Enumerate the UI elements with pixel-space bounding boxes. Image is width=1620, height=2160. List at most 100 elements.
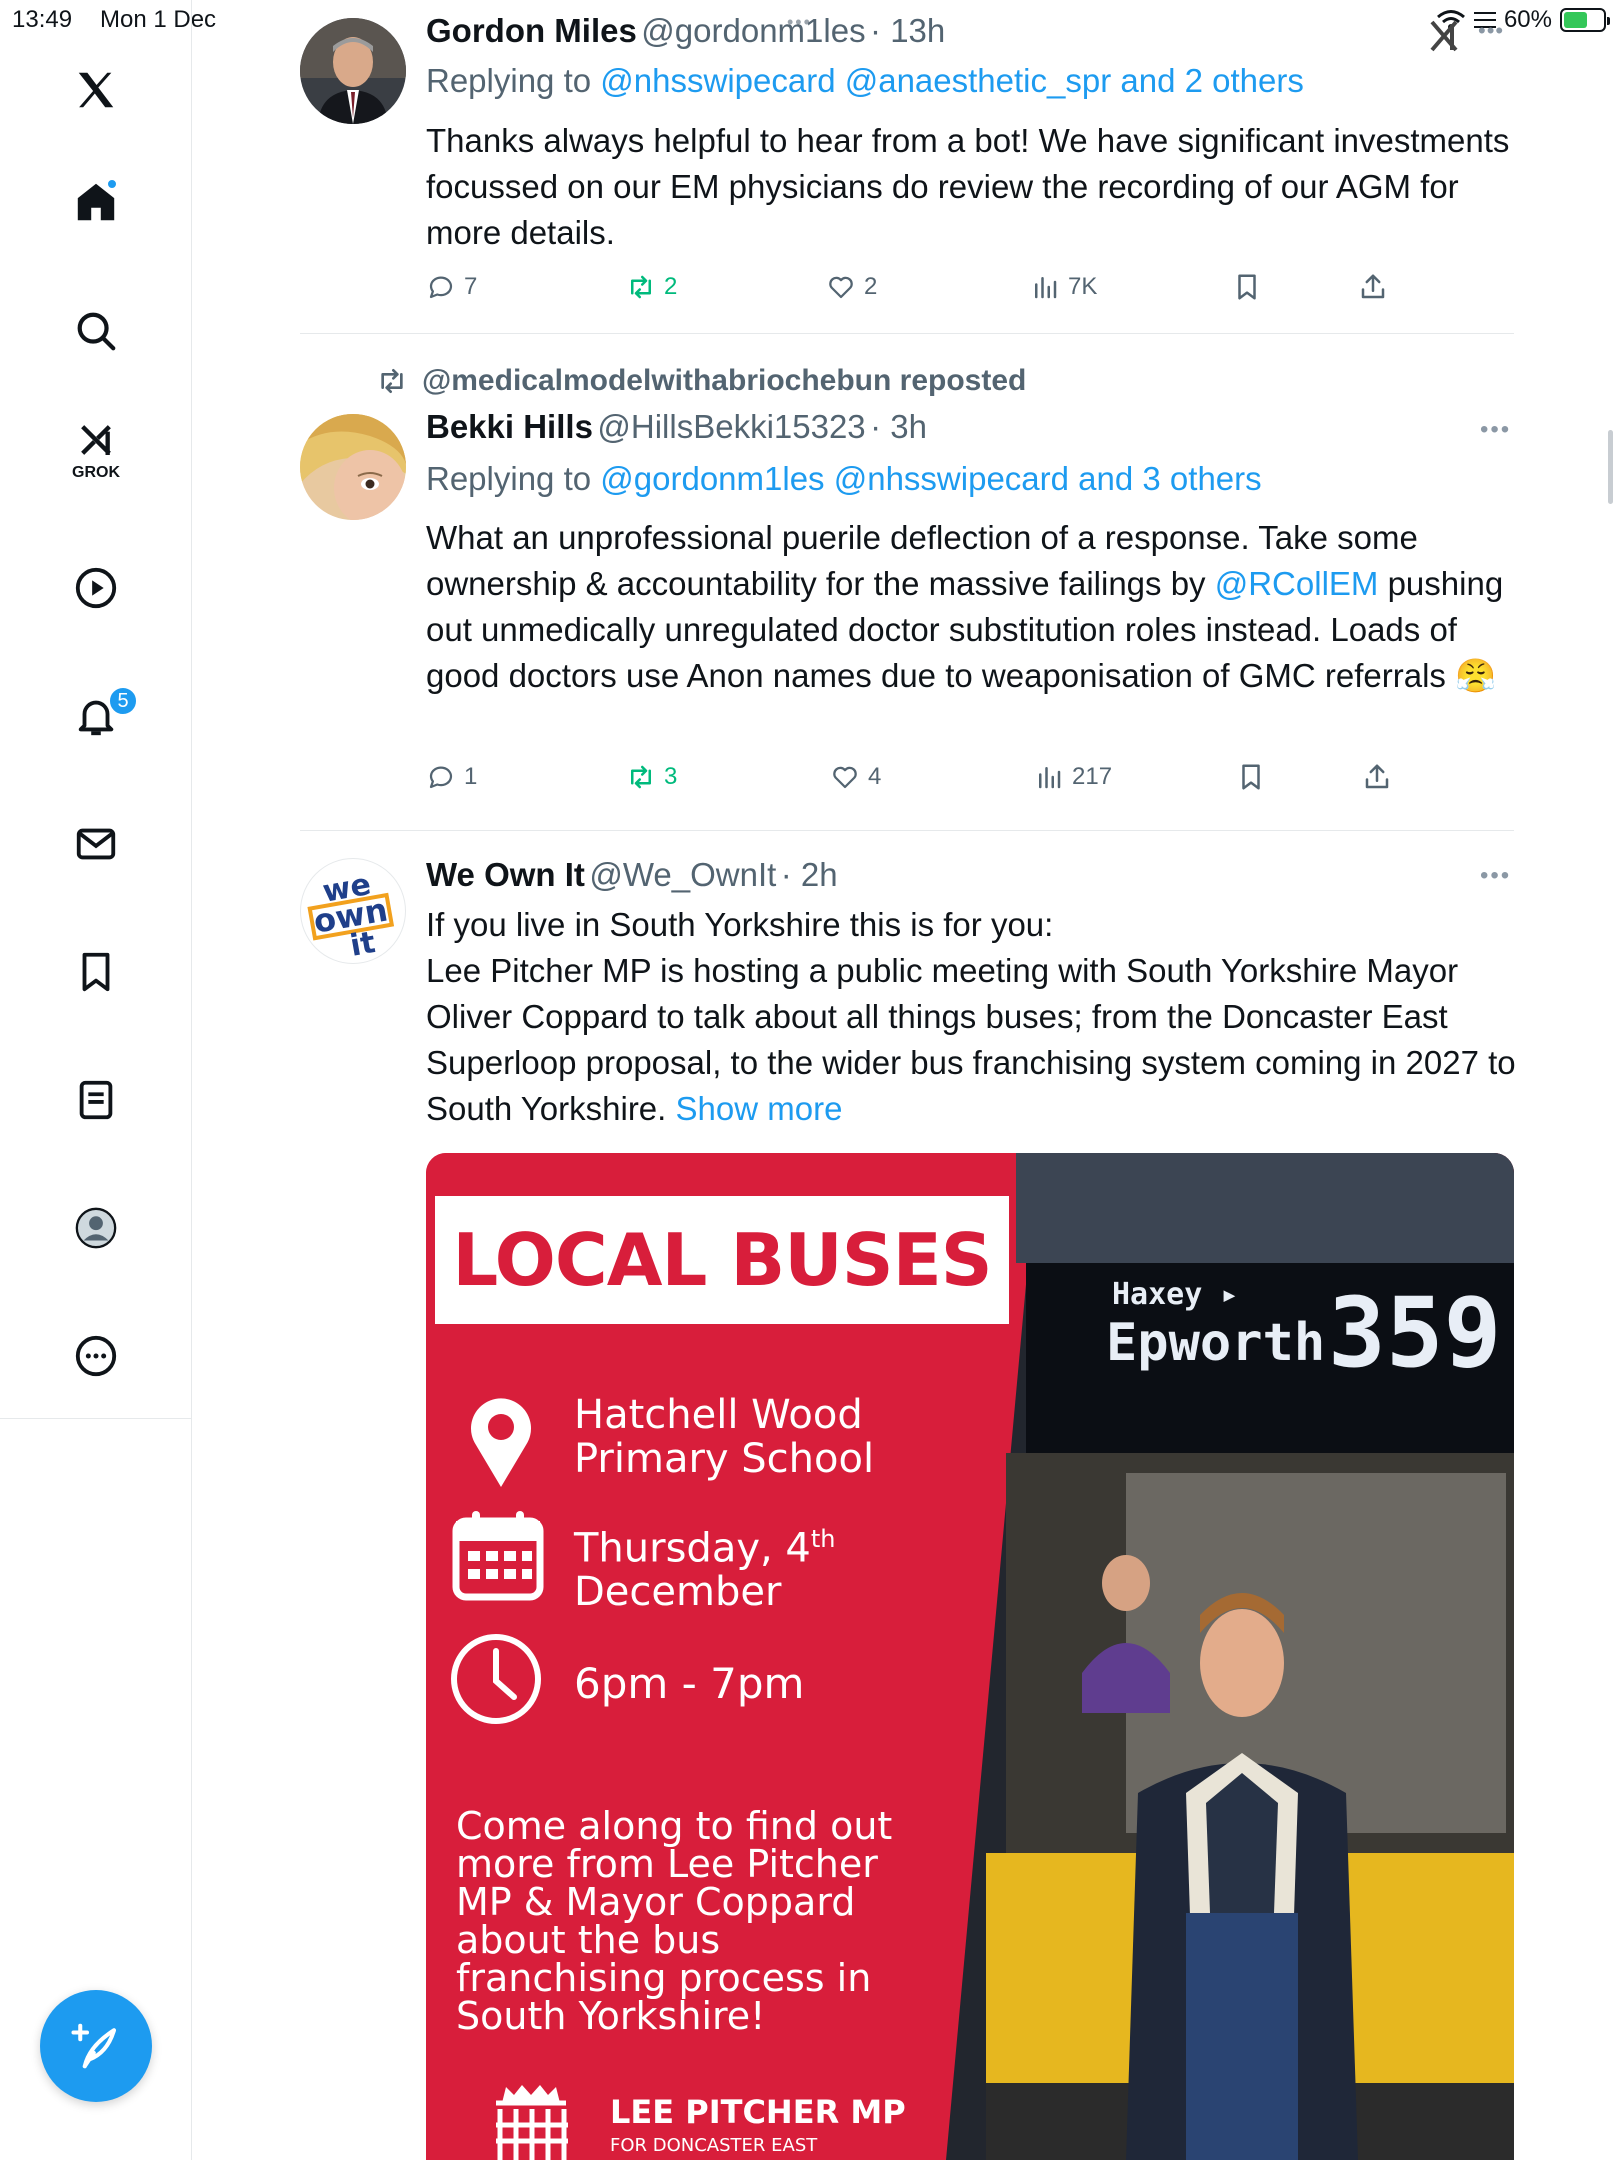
like-count: 4: [868, 763, 882, 790]
share-icon: [1365, 764, 1389, 789]
views-button[interactable]: 7K: [1030, 272, 1097, 302]
bookmark-icon: [1242, 764, 1260, 790]
like-count: 2: [864, 273, 878, 300]
article-icon[interactable]: [60, 1064, 132, 1136]
scrollbar[interactable]: [1608, 430, 1613, 504]
bus-number: 359: [1328, 1277, 1502, 1389]
poster-date-day: Thursday, 4: [574, 1525, 811, 1572]
share-button[interactable]: [1362, 762, 1392, 792]
bookmark-icon[interactable]: [60, 936, 132, 1008]
x-logo-icon[interactable]: [60, 54, 132, 126]
tweet-time[interactable]: · 2h: [781, 856, 838, 893]
reply-icon: [429, 276, 453, 299]
tweet-text-body: Lee Pitcher MP is hosting a public meeti…: [426, 952, 1516, 1127]
author-handle[interactable]: @HillsBekki15323: [597, 408, 865, 445]
poster-description: Come along to find out more from Lee Pit…: [456, 1804, 893, 2038]
more-icon[interactable]: •••: [1478, 18, 1504, 44]
mail-icon[interactable]: [60, 808, 132, 880]
poster-date-suffix: th: [810, 1525, 836, 1553]
tweet-text: What an unprofessional puerile deflectio…: [426, 515, 1516, 699]
notification-badge: 5: [108, 686, 138, 716]
reply-button[interactable]: 7: [426, 272, 477, 302]
like-button[interactable]: 4: [830, 762, 881, 792]
poster-mp-constituency: FOR DONCASTER EAST: [610, 2135, 818, 2156]
tweet-media-image[interactable]: Haxey ▸ Epworth 359 LOCAL BUSES Hatchell…: [426, 1153, 1514, 2160]
author-name[interactable]: We Own It: [426, 856, 585, 893]
tweet-text-rest: Lee Pitcher MP is hosting a public meeti…: [426, 948, 1516, 1132]
views-icon: [1035, 277, 1057, 299]
replying-to-label: Replying to: [426, 460, 592, 497]
location-pin-icon: [471, 1398, 531, 1487]
compose-button[interactable]: [40, 1990, 152, 2102]
avatar[interactable]: we own it: [300, 858, 406, 964]
tweet-time[interactable]: · 13h: [870, 12, 945, 49]
repost-indicator[interactable]: @medicalmodelwithabriochebun reposted: [376, 364, 1026, 398]
grok-icon[interactable]: GROK: [60, 412, 132, 484]
author-handle[interactable]: @gordonm1les: [641, 12, 865, 49]
avatar[interactable]: [300, 18, 406, 124]
home-icon[interactable]: [60, 166, 132, 238]
portcullis-icon: [496, 2085, 568, 2160]
reply-button[interactable]: 1: [426, 762, 477, 792]
search-icon[interactable]: [60, 295, 132, 367]
repost-icon: [381, 369, 403, 393]
bus-destination-top: Haxey ▸: [1112, 1277, 1239, 1312]
reply-mentions[interactable]: @nhsswipecard @anaesthetic_spr and 2 oth…: [600, 62, 1304, 99]
poster-location: Hatchell Wood Primary School: [574, 1392, 875, 1482]
poster-date: Thursday, 4th December: [574, 1517, 914, 1614]
repost-count: 3: [664, 763, 678, 790]
author-name[interactable]: Bekki Hills: [426, 408, 593, 445]
tweet-more-icon[interactable]: •••: [1480, 416, 1511, 444]
repost-icon: [631, 275, 651, 299]
grok-icon[interactable]: [1426, 18, 1462, 54]
reply-mentions[interactable]: @gordonm1les @nhsswipecard and 3 others: [600, 460, 1261, 497]
bookmark-button[interactable]: [1232, 272, 1262, 302]
views-count: 7K: [1068, 273, 1098, 300]
play-icon[interactable]: [60, 552, 132, 624]
tweet-divider: [300, 830, 1514, 831]
views-button[interactable]: 217: [1034, 762, 1112, 792]
author-handle[interactable]: @We_OwnIt: [589, 856, 776, 893]
repost-button[interactable]: 2: [626, 272, 677, 302]
sidebar: GROK 5: [0, 0, 192, 2160]
tweet-time[interactable]: · 3h: [870, 408, 927, 445]
bookmark-icon: [1238, 274, 1256, 300]
tweet-text: If you live in South Yorkshire this is f…: [426, 902, 1516, 1132]
poster-mp-name: LEE PITCHER MP: [610, 2093, 906, 2131]
views-icon: [1039, 767, 1061, 789]
show-more-link[interactable]: Show more: [676, 1090, 843, 1127]
mention-link[interactable]: @RCollEM: [1215, 565, 1379, 602]
tweet-actions: 7 2 2 7K: [426, 272, 1426, 312]
bus-destination: Epworth: [1106, 1313, 1326, 1373]
reply-icon: [429, 766, 453, 789]
repost-count: 2: [664, 273, 678, 300]
reply-count: 7: [464, 273, 478, 300]
share-button[interactable]: [1358, 272, 1388, 302]
repost-icon: [631, 765, 651, 789]
poster-date-month: December: [574, 1569, 782, 1616]
heart-icon: [829, 276, 853, 299]
bookmark-button[interactable]: [1236, 762, 1266, 792]
clock-icon: [451, 1634, 541, 1724]
more-icon[interactable]: [60, 1320, 132, 1392]
avatar[interactable]: [300, 414, 406, 520]
replying-to: Replying to @nhsswipecard @anaesthetic_s…: [426, 62, 1304, 100]
poster-time: 6pm - 7pm: [574, 1659, 805, 1708]
replying-to-label: Replying to: [426, 62, 592, 99]
tweet-divider: [300, 333, 1514, 334]
tweet-actions: 1 3 4 217: [426, 762, 1426, 802]
battery-icon: [1560, 8, 1610, 32]
author-name[interactable]: Gordon Miles: [426, 12, 637, 49]
battery-percent: 60%: [1503, 6, 1552, 33]
repost-button[interactable]: 3: [626, 762, 677, 792]
profile-icon[interactable]: [60, 1192, 132, 1264]
bell-icon[interactable]: 5: [60, 680, 138, 752]
like-button[interactable]: 2: [826, 272, 877, 302]
share-icon: [1361, 274, 1385, 299]
tweet-more-icon[interactable]: •••: [1480, 862, 1511, 890]
views-count: 217: [1072, 763, 1113, 790]
tweet-text: Thanks always helpful to hear from a bot…: [426, 122, 1510, 251]
reply-count: 1: [464, 763, 478, 790]
tweet-text-line1: If you live in South Yorkshire this is f…: [426, 906, 1054, 943]
poster-title: LOCAL BUSES: [435, 1196, 1009, 1324]
